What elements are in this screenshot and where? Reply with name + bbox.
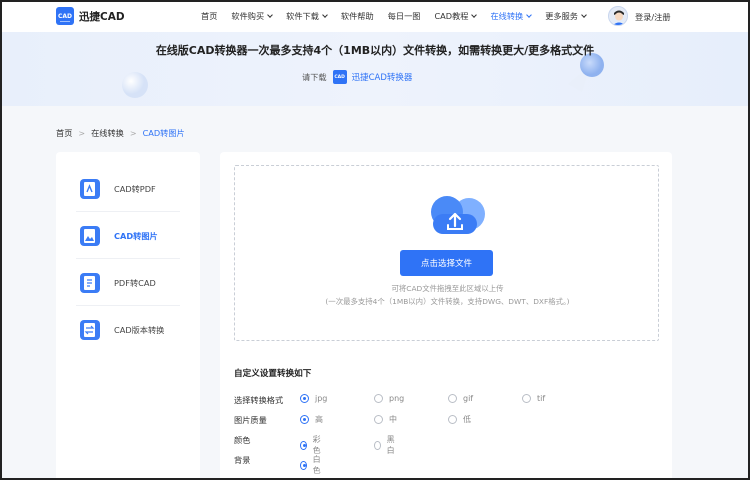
breadcrumb-separator-icon: > [78, 129, 85, 138]
radio-selected[interactable] [300, 461, 307, 470]
format-option-jpg[interactable]: jpg [300, 394, 327, 403]
converter-panel: 点击选择文件 可将CAD文件拖拽至此区域以上传 (一次最多支持4个（1MB以内）… [220, 152, 672, 480]
format-option-png[interactable]: png [374, 394, 404, 403]
chevron-down-icon [472, 12, 478, 18]
radio[interactable] [448, 394, 457, 403]
radio[interactable] [522, 394, 531, 403]
banner-download: 请下载 CAD 迅捷CAD转换器 [302, 70, 412, 84]
sidebar-item-cad-to-image[interactable]: CAD转图片 [76, 213, 180, 259]
radio[interactable] [374, 394, 383, 403]
quality-option-high[interactable]: 高 [300, 414, 323, 425]
breadcrumb-home[interactable]: 首页 [56, 127, 72, 139]
radio-selected[interactable] [300, 394, 309, 403]
radio[interactable] [374, 441, 381, 450]
converter-logo-icon: CAD [333, 70, 347, 84]
quality-row: 图片质量 高 中 低 [234, 414, 300, 426]
background-row: 背景 白色 [234, 454, 300, 466]
sidebar-item-label: CAD转PDF [114, 183, 156, 195]
site-logo[interactable]: CAD 迅捷CAD [56, 7, 125, 25]
quality-label: 图片质量 [234, 414, 300, 426]
chevron-down-icon [322, 12, 328, 18]
cad-file-icon [78, 271, 102, 295]
upload-dropzone[interactable]: 点击选择文件 可将CAD文件拖拽至此区域以上传 (一次最多支持4个（1MB以内）… [234, 165, 659, 341]
sidebar-item-cad-to-pdf[interactable]: CAD转PDF [76, 166, 180, 212]
download-label: 请下载 [302, 71, 327, 83]
nav-item-download[interactable]: 软件下载 [286, 10, 327, 22]
chevron-down-icon [526, 12, 532, 18]
pdf-file-icon [78, 177, 102, 201]
breadcrumb-online[interactable]: 在线转换 [91, 127, 124, 139]
background-label: 背景 [234, 454, 300, 466]
nav-item-daily[interactable]: 每日一图 [388, 10, 421, 22]
quality-option-low[interactable]: 低 [448, 414, 471, 425]
banner-title: 在线版CAD转换器一次最多支持4个（1MB以内）文件转换，如需转换更大/更多格式… [0, 42, 750, 58]
download-link[interactable]: 迅捷CAD转换器 [352, 71, 413, 83]
sidebar-item-cad-version[interactable]: CAD版本转换 [76, 307, 180, 353]
nav-item-more[interactable]: 更多服务 [545, 10, 586, 22]
settings-title: 自定义设置转换如下 [234, 367, 311, 379]
login-register-link[interactable]: 登录/注册 [635, 11, 671, 23]
decor-sphere-icon [120, 70, 150, 100]
format-label: 选择转换格式 [234, 394, 300, 406]
nav-item-home[interactable]: 首页 [201, 10, 217, 22]
nav-menu: 首页 软件购买 软件下载 软件帮助 每日一图 CAD教程 在线转换 更多服务 [201, 0, 600, 32]
sidebar-item-label: PDF转CAD [114, 277, 156, 289]
logo-text: 迅捷CAD [79, 9, 125, 24]
radio-selected[interactable] [300, 441, 307, 450]
quality-option-medium[interactable]: 中 [374, 414, 397, 425]
select-file-button[interactable]: 点击选择文件 [400, 250, 493, 276]
avatar[interactable] [608, 6, 628, 26]
upload-hint: 可将CAD文件拖拽至此区域以上传 [235, 283, 660, 294]
sidebar: CAD转PDF CAD转图片 PDF转CAD CAD版本转换 [56, 152, 200, 480]
sidebar-item-label: CAD版本转换 [114, 324, 164, 336]
user-avatar-icon [609, 7, 628, 26]
breadcrumb-separator-icon: > [130, 129, 137, 138]
breadcrumb: 首页 > 在线转换 > CAD转图片 [56, 127, 185, 139]
color-option-bw[interactable]: 黑白 [374, 434, 397, 456]
nav-item-help[interactable]: 软件帮助 [341, 10, 374, 22]
logo-badge: CAD [56, 7, 74, 25]
color-label: 颜色 [234, 434, 300, 446]
color-option-color[interactable]: 彩色 [300, 434, 323, 456]
chevron-down-icon [267, 12, 273, 18]
color-row: 颜色 彩色 黑白 [234, 434, 300, 446]
format-row: 选择转换格式 jpg png gif tif [234, 394, 300, 406]
radio-selected[interactable] [300, 415, 309, 424]
radio[interactable] [374, 415, 383, 424]
image-file-icon [78, 224, 102, 248]
nav-item-tutorial[interactable]: CAD教程 [434, 10, 476, 22]
cloud-upload-icon [421, 192, 491, 238]
sidebar-item-pdf-to-cad[interactable]: PDF转CAD [76, 260, 180, 306]
background-option-white[interactable]: 白色 [300, 454, 323, 476]
sidebar-item-label: CAD转图片 [114, 230, 158, 242]
version-convert-icon [78, 318, 102, 342]
chevron-down-icon [581, 12, 587, 18]
promo-banner: 在线版CAD转换器一次最多支持4个（1MB以内）文件转换，如需转换更大/更多格式… [0, 32, 750, 106]
radio[interactable] [448, 415, 457, 424]
format-option-tif[interactable]: tif [522, 394, 545, 403]
breadcrumb-current: CAD转图片 [143, 127, 185, 139]
format-option-gif[interactable]: gif [448, 394, 473, 403]
top-navbar: CAD 迅捷CAD 首页 软件购买 软件下载 软件帮助 每日一图 CAD教程 在… [0, 0, 750, 32]
nav-item-buy[interactable]: 软件购买 [231, 10, 272, 22]
upload-format-hint: (一次最多支持4个（1MB以内）文件转换，支持DWG、DWT、DXF格式。) [235, 296, 660, 307]
nav-item-online-convert[interactable]: 在线转换 [490, 10, 531, 22]
